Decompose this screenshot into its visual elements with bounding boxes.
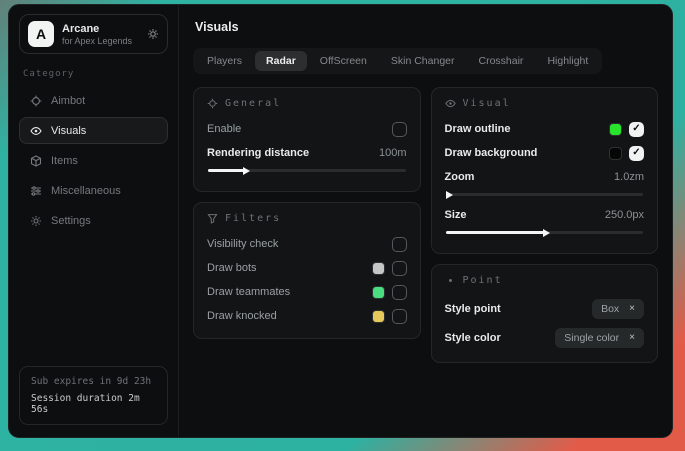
tab-highlight[interactable]: Highlight [536,51,599,71]
box-icon [30,155,42,167]
sliders-icon [30,185,42,197]
sidebar: A Arcane for Apex Legends Category [9,5,179,437]
sidebar-item-label: Settings [51,215,91,227]
zoom-value: 1.0zm [614,171,644,183]
point-card: Point Style point Box × Style color Sing… [431,264,659,363]
brand-logo: A [28,21,54,47]
category-label: Category [23,69,164,79]
draw-background-checkbox[interactable]: ✓ [629,146,644,161]
sidebar-item-label: Items [51,155,78,167]
draw-knocked-row: Draw knocked [207,305,407,327]
visual-card: Visual Draw outline ✓ Draw background [431,87,659,254]
app-window: A Arcane for Apex Legends Category [8,4,673,438]
section-title: Point [463,275,503,286]
content-grid: General Enable Rendering distance 100m [193,87,658,363]
style-color-select[interactable]: Single color × [555,328,644,348]
sidebar-nav: Aimbot Visuals Items [19,87,168,234]
style-point-value: Box [601,303,619,315]
draw-outline-checkbox[interactable]: ✓ [629,122,644,137]
dot-icon [445,275,456,286]
eye-icon [445,98,456,109]
draw-teammates-checkbox[interactable] [392,285,407,300]
general-card: General Enable Rendering distance 100m [193,87,421,192]
tab-strip: Players Radar OffScreen Skin Changer Cro… [193,48,602,74]
section-title: Filters [225,213,281,224]
visibility-check-row: Visibility check [207,233,407,255]
clear-icon[interactable]: × [629,303,635,314]
style-color-value: Single color [564,332,619,344]
sidebar-item-label: Aimbot [51,95,85,107]
tab-crosshair[interactable]: Crosshair [468,51,535,71]
filters-card: Filters Visibility check Draw bots [193,202,421,339]
page-title: Visuals [195,20,656,34]
sidebar-item-aimbot[interactable]: Aimbot [19,87,168,114]
brand-name: Arcane [62,23,132,35]
session-card: Sub expires in 9d 23h Session duration 2… [19,366,168,425]
session-duration-text: Session duration 2m 56s [31,393,156,415]
clear-icon[interactable]: × [629,332,635,343]
zoom-slider[interactable] [446,193,644,196]
visibility-check-checkbox[interactable] [392,237,407,252]
size-slider[interactable] [446,231,644,234]
gear-icon [30,215,42,227]
draw-background-row: Draw background ✓ [445,142,645,164]
crosshair-icon [30,95,42,107]
sidebar-item-settings[interactable]: Settings [19,207,168,234]
section-title: Visual [463,98,511,109]
size-row: Size 250.0px [445,204,645,226]
main-panel: Visuals Players Radar OffScreen Skin Cha… [179,5,672,437]
rendering-distance-value: 100m [379,147,407,159]
tab-offscreen[interactable]: OffScreen [309,51,378,71]
tab-skin-changer[interactable]: Skin Changer [380,51,466,71]
sidebar-item-items[interactable]: Items [19,147,168,174]
target-icon [207,98,218,109]
draw-knocked-color-swatch[interactable] [372,310,385,323]
draw-teammates-color-swatch[interactable] [372,286,385,299]
draw-bots-checkbox[interactable] [392,261,407,276]
rendering-distance-row: Rendering distance 100m [207,142,407,164]
draw-bots-row: Draw bots [207,257,407,279]
draw-outline-row: Draw outline ✓ [445,118,645,140]
draw-background-color-swatch[interactable] [609,147,622,160]
eye-scan-icon [30,125,42,137]
funnel-icon [207,213,218,224]
style-point-row: Style point Box × [445,295,645,322]
draw-bots-color-swatch[interactable] [372,262,385,275]
brand-subtitle: for Apex Legends [62,36,132,46]
draw-outline-color-swatch[interactable] [609,123,622,136]
section-title: General [225,98,281,109]
draw-teammates-row: Draw teammates [207,281,407,303]
sidebar-item-visuals[interactable]: Visuals [19,117,168,144]
enable-row: Enable [207,118,407,140]
sub-expires-text: Sub expires in 9d 23h [31,376,156,387]
tab-players[interactable]: Players [196,51,253,71]
rendering-distance-slider[interactable] [208,169,406,172]
draw-knocked-checkbox[interactable] [392,309,407,324]
sidebar-item-label: Miscellaneous [51,185,121,197]
sidebar-item-miscellaneous[interactable]: Miscellaneous [19,177,168,204]
brand-card: A Arcane for Apex Legends [19,14,168,54]
sidebar-item-label: Visuals [51,125,86,137]
zoom-row: Zoom 1.0zm [445,166,645,188]
enable-checkbox[interactable] [392,122,407,137]
style-color-row: Style color Single color × [445,324,645,351]
size-value: 250.0px [605,209,644,221]
gear-icon[interactable] [147,28,159,40]
style-point-select[interactable]: Box × [592,299,644,319]
tab-radar[interactable]: Radar [255,51,307,71]
